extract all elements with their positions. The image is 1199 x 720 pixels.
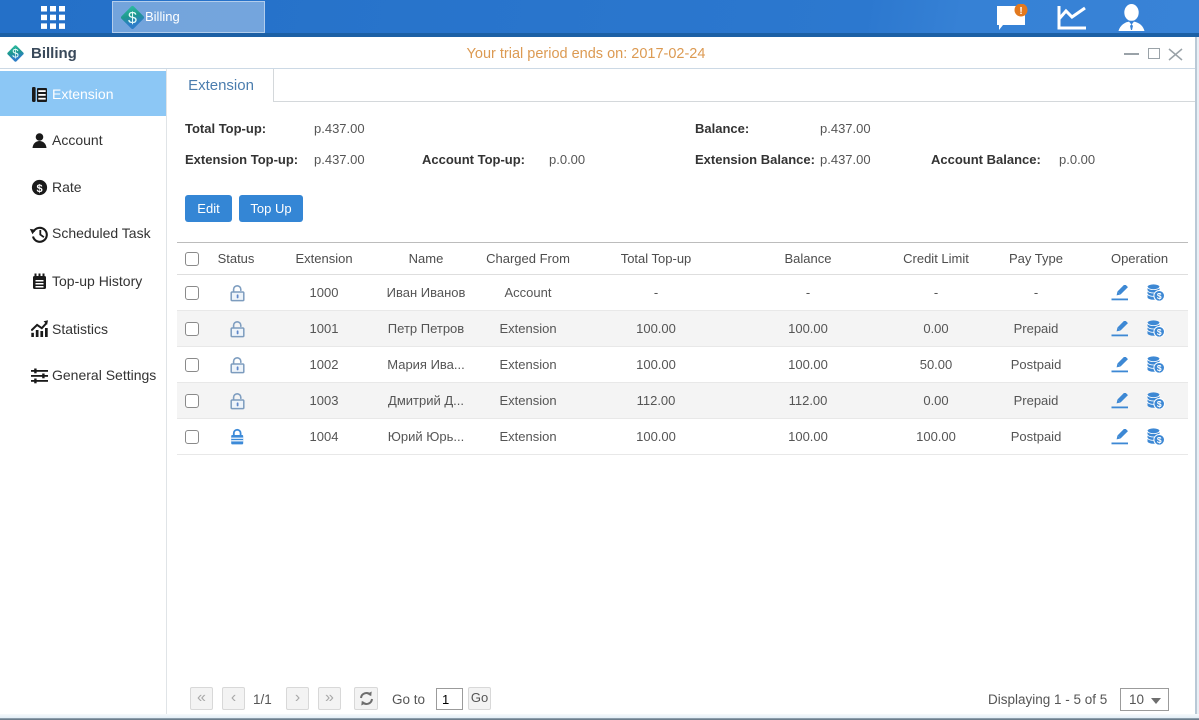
svg-text:$: $ bbox=[36, 183, 42, 195]
svg-text:$: $ bbox=[128, 10, 137, 27]
svg-text:!: ! bbox=[1019, 6, 1022, 17]
